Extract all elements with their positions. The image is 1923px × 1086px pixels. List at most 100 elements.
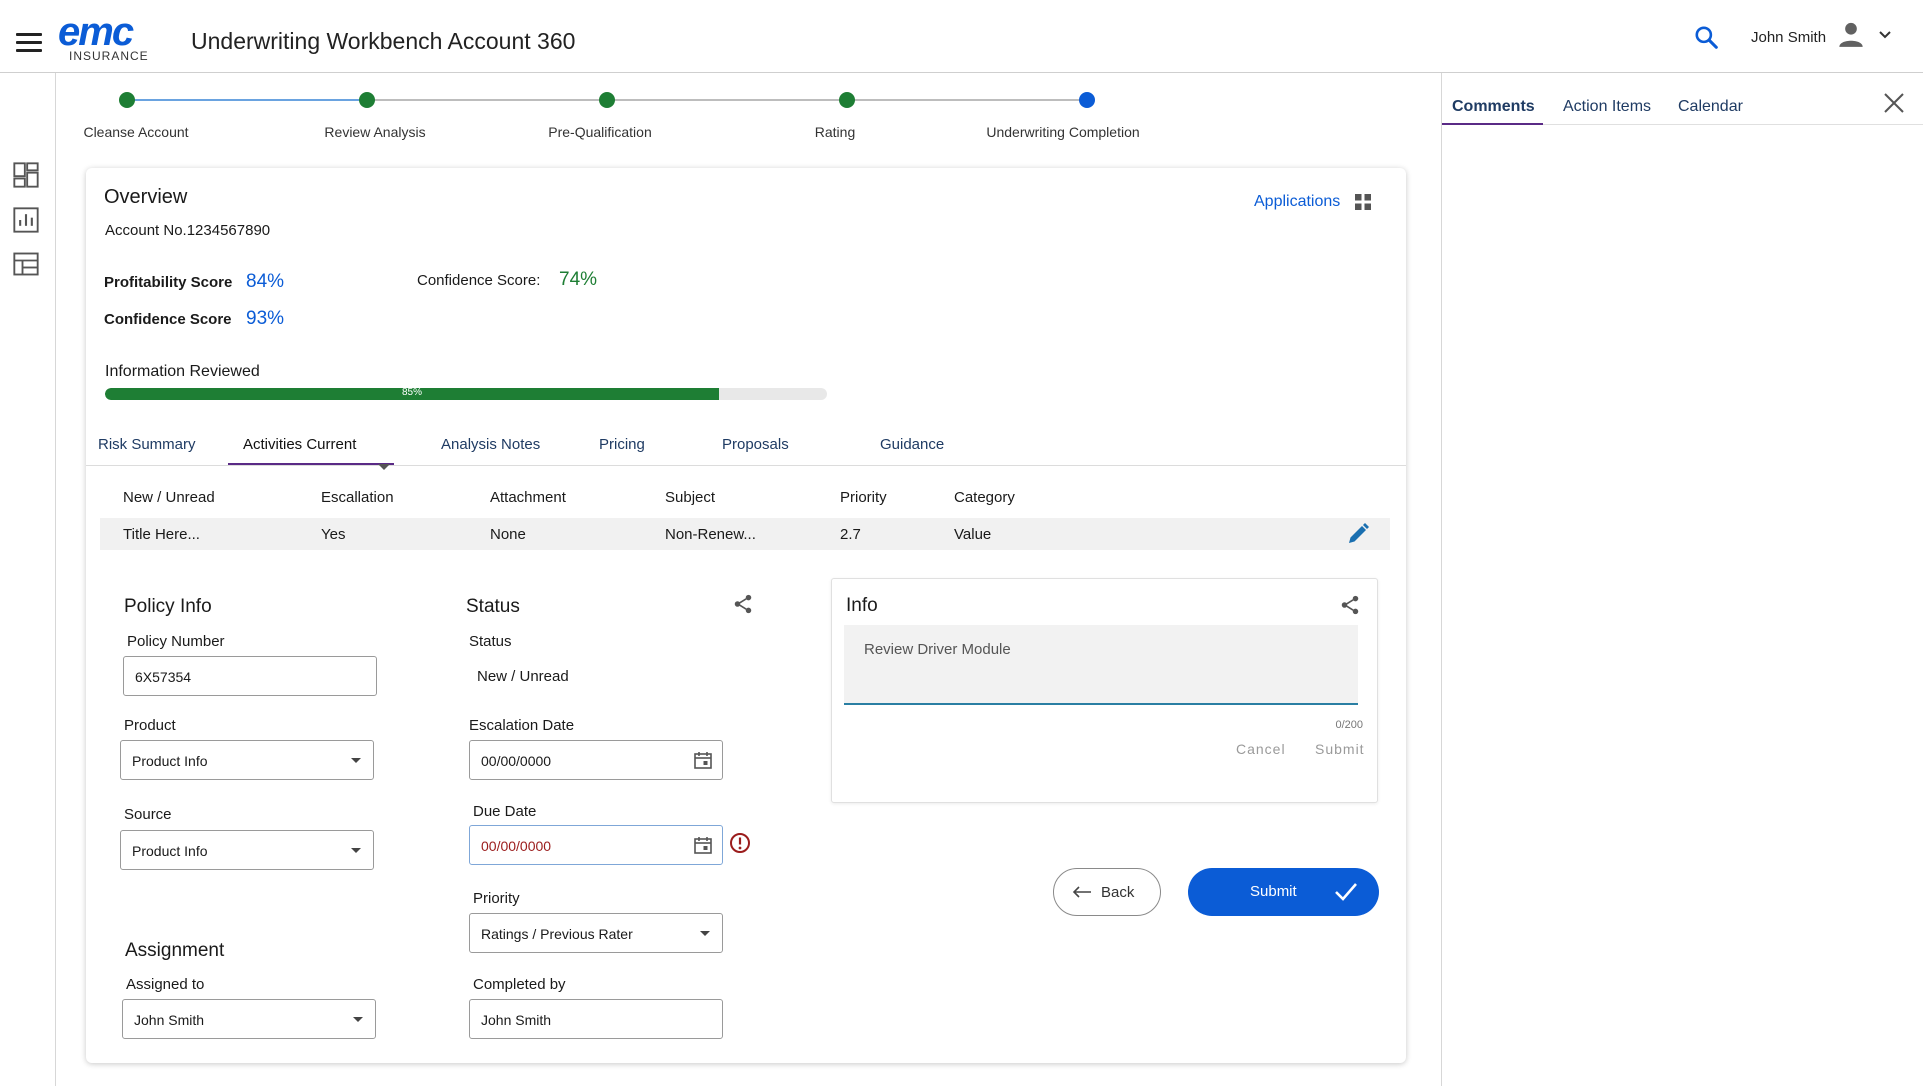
table-cell: Value [954, 526, 992, 543]
info-cancel-button[interactable]: Cancel [1236, 741, 1286, 757]
info-submit-button[interactable]: Submit [1315, 741, 1365, 757]
table-cell: Yes [321, 526, 346, 543]
edit-pencil-icon[interactable] [1346, 522, 1370, 546]
applications-link[interactable]: Applications [1254, 193, 1340, 211]
info-textarea[interactable]: Review Driver Module [844, 625, 1358, 705]
completed-by-label: Completed by [473, 976, 566, 993]
arrow-left-icon [1072, 886, 1091, 898]
stepper-connector [847, 99, 1087, 101]
back-button-label: Back [1101, 884, 1135, 901]
status-value: New / Unread [477, 668, 569, 685]
back-button[interactable]: Back [1053, 868, 1161, 916]
priority-label: Priority [473, 890, 520, 907]
policy-number-label: Policy Number [127, 633, 225, 650]
step-dot-rating[interactable] [839, 92, 855, 108]
status-title: Status [466, 596, 520, 617]
info-title: Info [846, 595, 878, 616]
right-side-panel: Comments Action Items Calendar [1441, 73, 1923, 1086]
assigned-to-select[interactable]: John Smith [122, 999, 376, 1039]
active-tab-indicator [1442, 123, 1543, 125]
tab-calendar[interactable]: Calendar [1678, 98, 1743, 116]
share-icon[interactable] [1339, 594, 1361, 616]
stepper-connector [367, 99, 607, 101]
profitability-score-value: 84% [246, 271, 285, 292]
column-header[interactable]: Attachment [490, 489, 566, 506]
active-tab-indicator [228, 463, 394, 465]
overview-title: Overview [104, 186, 188, 208]
step-dot-cleanse-account[interactable] [119, 92, 135, 108]
info-panel: Info Review Driver Module 0/200 Cancel S… [831, 578, 1378, 803]
dashboard-icon[interactable] [12, 161, 40, 189]
column-header[interactable]: Escallation [321, 489, 394, 506]
priority-select[interactable]: Ratings / Previous Rater [469, 913, 723, 953]
source-select[interactable]: Product Info [120, 830, 374, 870]
assignment-title: Assignment [125, 940, 225, 961]
column-header[interactable]: New / Unread [123, 489, 215, 506]
share-icon[interactable] [732, 593, 754, 615]
step-label[interactable]: Underwriting Completion [986, 124, 1139, 140]
product-select[interactable]: Product Info [120, 740, 374, 780]
step-label[interactable]: Pre-Qualification [548, 124, 652, 140]
due-date-input[interactable]: 00/00/0000 [469, 825, 723, 865]
tab-action-items[interactable]: Action Items [1563, 98, 1651, 116]
workflow-stepper: Cleanse Account Review Analysis Pre-Qual… [70, 90, 1180, 150]
tab-pricing[interactable]: Pricing [599, 436, 645, 453]
completed-by-input[interactable]: John Smith [469, 999, 723, 1039]
user-avatar-icon[interactable] [1837, 20, 1865, 48]
product-label: Product [124, 717, 176, 734]
calendar-icon[interactable] [693, 835, 713, 855]
step-dot-pre-qualification[interactable] [599, 92, 615, 108]
table-layout-icon[interactable] [12, 250, 40, 278]
product-select-value: Product Info [132, 753, 208, 769]
step-label[interactable]: Rating [815, 124, 855, 140]
error-alert-icon [730, 833, 750, 853]
side-panel-tabs: Comments Action Items Calendar [1442, 73, 1923, 125]
policy-number-input[interactable]: 6X57354 [123, 656, 377, 696]
column-header[interactable]: Priority [840, 489, 887, 506]
report-chart-icon[interactable] [12, 206, 40, 234]
column-header[interactable]: Category [954, 489, 1015, 506]
dropdown-caret-icon [353, 1017, 363, 1022]
company-logo[interactable]: emc INSURANCE [58, 10, 168, 64]
app-title: Underwriting Workbench Account 360 [191, 28, 576, 54]
tab-guidance[interactable]: Guidance [880, 436, 944, 453]
left-nav-rail [0, 73, 56, 1086]
step-dot-underwriting-completion[interactable] [1079, 92, 1095, 108]
search-icon[interactable] [1693, 24, 1719, 50]
grid-apps-icon[interactable] [1354, 193, 1372, 211]
chevron-down-icon[interactable] [1877, 27, 1893, 43]
overview-card: Overview Account No.1234567890 Applicati… [86, 168, 1406, 1063]
hamburger-menu-icon[interactable] [16, 33, 42, 53]
step-dot-review-analysis[interactable] [359, 92, 375, 108]
calendar-icon[interactable] [693, 750, 713, 770]
tab-comments[interactable]: Comments [1452, 98, 1535, 116]
stepper-connector [127, 99, 367, 101]
tab-risk-summary[interactable]: Risk Summary [98, 436, 196, 453]
tab-analysis-notes[interactable]: Analysis Notes [441, 436, 540, 453]
close-icon[interactable] [1882, 91, 1906, 115]
progress-percent-text: 85% [401, 388, 422, 398]
progress-fill: 85% [105, 388, 719, 400]
confidence-score-secondary-value: 74% [559, 269, 598, 290]
assigned-to-value: John Smith [134, 1012, 205, 1028]
status-label: Status [469, 633, 512, 650]
table-cell: Title Here... [123, 526, 200, 543]
completed-by-value: John Smith [481, 1012, 552, 1028]
escalation-date-input[interactable]: 00/00/0000 [469, 740, 723, 780]
table-cell: 2.7 [840, 526, 861, 543]
due-date-label: Due Date [473, 803, 537, 820]
dropdown-caret-icon [700, 931, 710, 936]
table-cell: Non-Renew... [665, 526, 756, 543]
step-label[interactable]: Review Analysis [324, 124, 425, 140]
tab-dropdown-caret-icon[interactable] [378, 464, 390, 470]
step-label[interactable]: Cleanse Account [83, 124, 188, 140]
submit-button[interactable]: Submit [1188, 868, 1379, 916]
tab-proposals[interactable]: Proposals [722, 436, 789, 453]
tab-activities-current[interactable]: Activities Current [243, 436, 356, 453]
dropdown-caret-icon [351, 848, 361, 853]
user-name[interactable]: John Smith [1751, 29, 1826, 46]
account-number: Account No.1234567890 [105, 222, 271, 239]
column-header[interactable]: Subject [665, 489, 715, 506]
assigned-to-label: Assigned to [126, 976, 205, 993]
confidence-score-secondary-label: Confidence Score: [417, 272, 541, 289]
